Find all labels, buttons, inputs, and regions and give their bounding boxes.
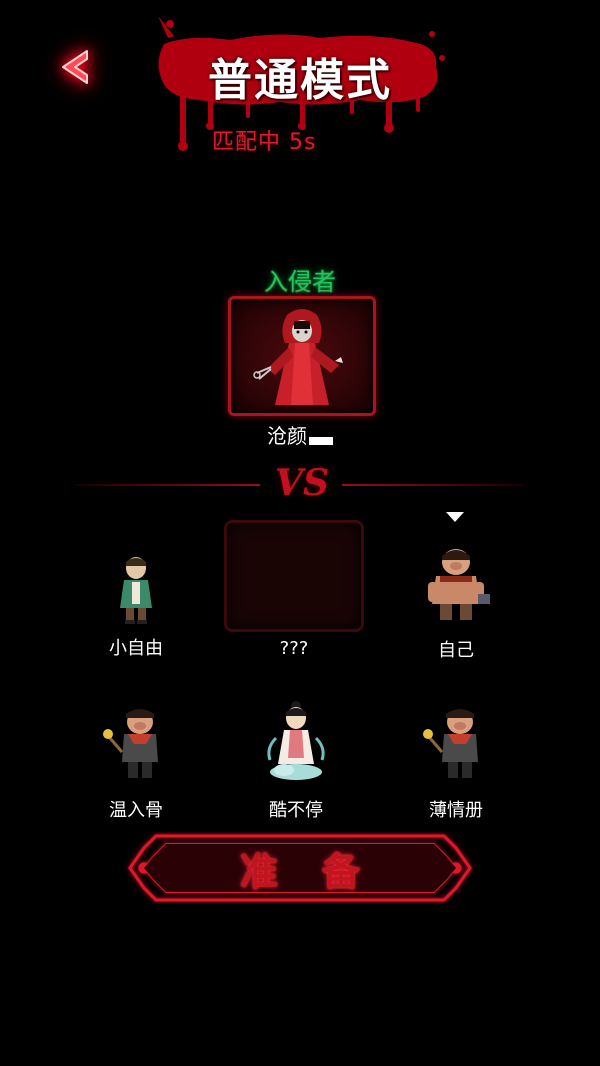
ready-button[interactable]: 准备	[126, 832, 474, 904]
survivor-name: 温入骨	[109, 800, 163, 821]
name-cursor-bar	[309, 437, 333, 445]
survivor-slot-self[interactable]: 自己	[386, 542, 526, 692]
divider-line-left	[76, 484, 260, 486]
survivor-name: 薄情册	[429, 800, 483, 821]
survivor-slot-5[interactable]: 酷不停	[226, 698, 366, 848]
invader-name: 沧颜	[240, 420, 360, 449]
ghost-woman-icon	[253, 309, 343, 405]
survivor-name: ???	[279, 638, 309, 659]
survivor-slot-4[interactable]: 温入骨	[66, 700, 206, 850]
back-button[interactable]	[40, 38, 110, 96]
match-status: 匹配中 5s	[212, 130, 317, 155]
pig-torch-icon	[423, 709, 478, 778]
invader-name-text: 沧颜	[267, 424, 307, 448]
divider-line-right	[342, 484, 524, 486]
page-title: 普通模式	[208, 55, 392, 106]
survivor-name: 自己	[438, 640, 474, 661]
self-indicator-arrow	[446, 512, 464, 522]
pig-torch-icon	[103, 709, 158, 778]
chevron-left-icon	[62, 50, 88, 84]
fairy-girl-icon	[267, 701, 325, 780]
survivor-slot-1[interactable]: 小自由	[66, 548, 206, 698]
survivor-slot-6[interactable]: 薄情册	[386, 700, 526, 850]
invader-portrait[interactable]	[228, 296, 376, 416]
survivor-name: 酷不停	[269, 800, 323, 821]
ready-button-label: 准备	[239, 848, 404, 894]
empty-slot-frame	[224, 520, 364, 632]
invader-label: 入侵者	[264, 268, 336, 296]
survivor-name: 小自由	[109, 638, 163, 659]
survivor-slot-2[interactable]: ???	[224, 520, 364, 670]
boy-avatar-icon	[120, 557, 152, 624]
vs-label: VS	[275, 462, 329, 504]
pig-warrior-icon	[428, 549, 490, 620]
